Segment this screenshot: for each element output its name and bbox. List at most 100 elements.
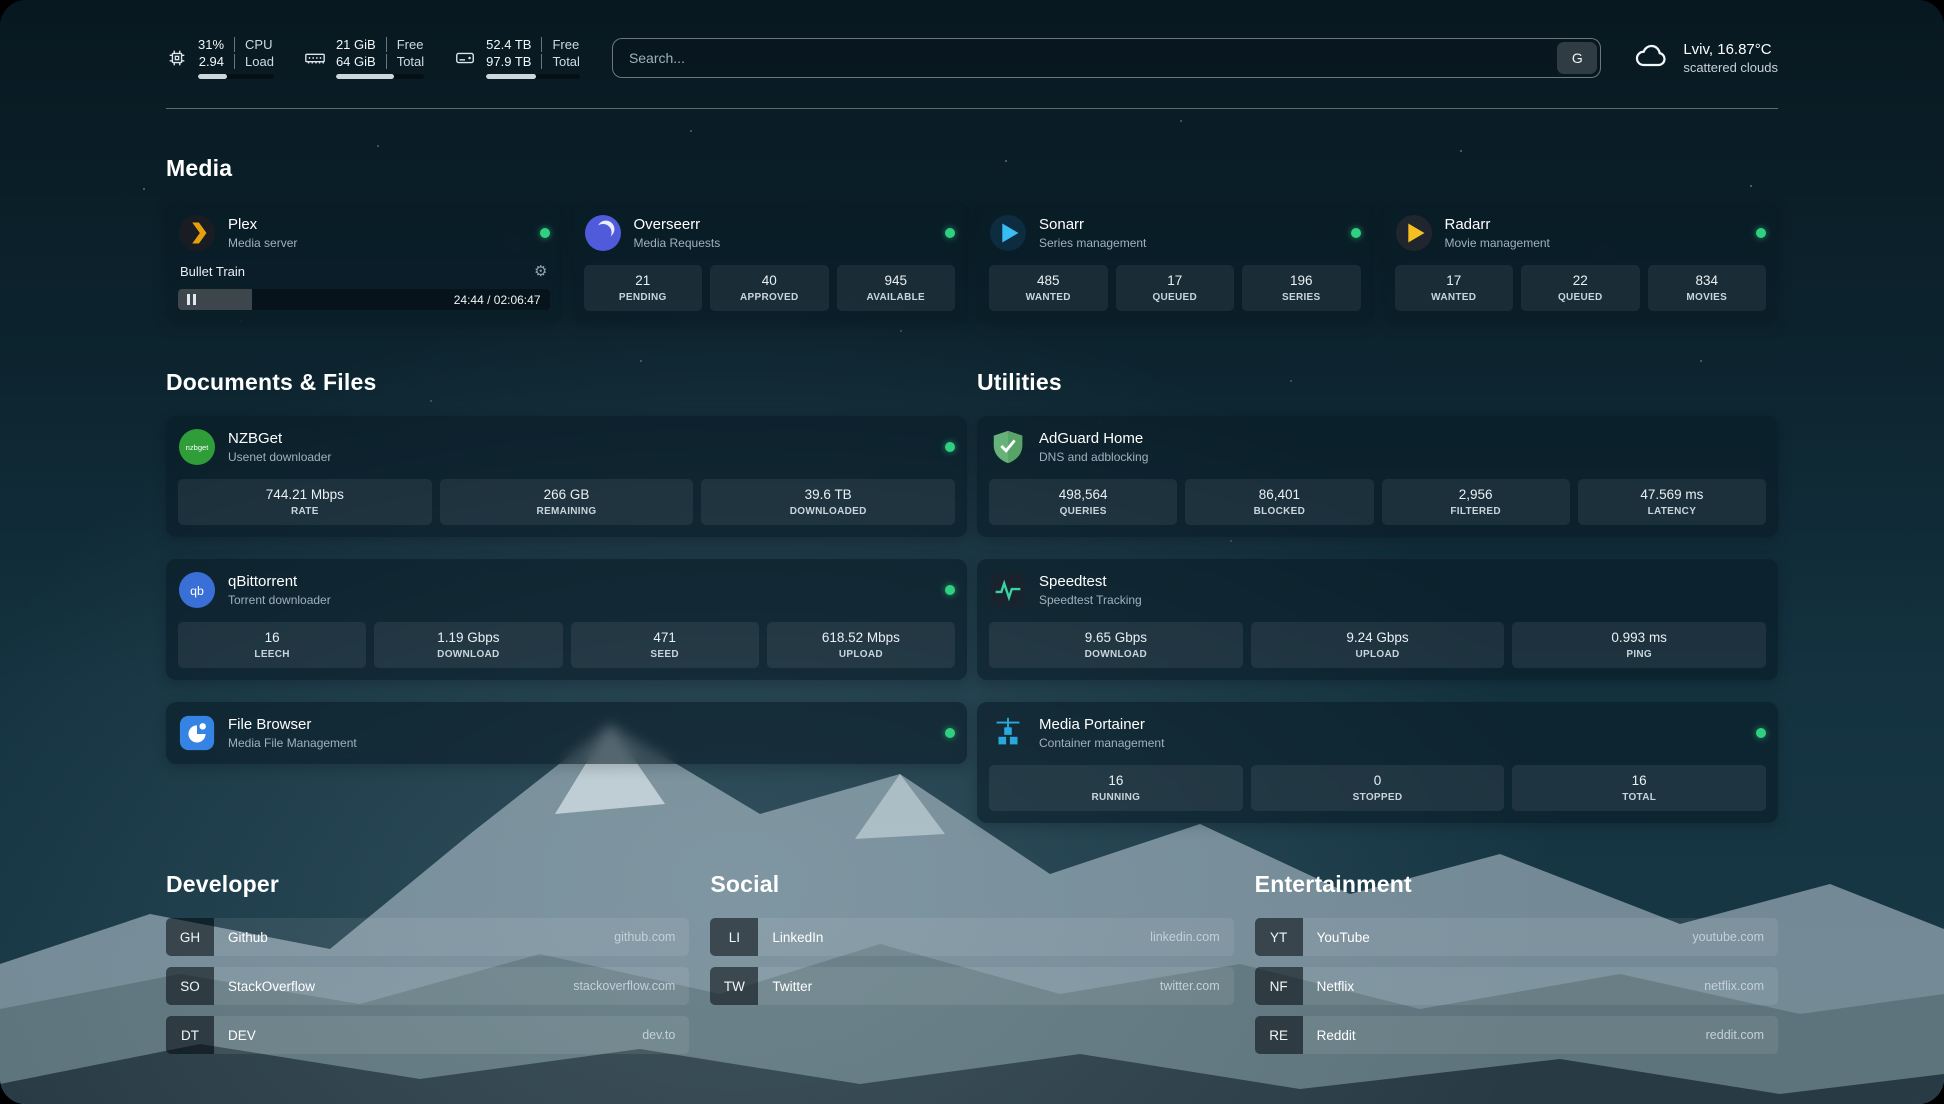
status-dot — [945, 585, 955, 595]
card-sonarr[interactable]: Sonarr Series management 485 WANTED 17 Q… — [977, 202, 1373, 323]
card-name: Media Portainer — [1039, 716, 1164, 733]
card-filebrowser[interactable]: File Browser Media File Management — [166, 702, 967, 764]
stat-downloaded: 39.6 TB DOWNLOADED — [701, 479, 955, 525]
status-dot — [945, 728, 955, 738]
svg-text:nzbget: nzbget — [186, 443, 210, 452]
card-qbittorrent[interactable]: qb qBittorrent Torrent downloader 16 LEE… — [166, 559, 967, 680]
bookmark-twitter[interactable]: TW Twitter twitter.com — [710, 967, 1233, 1005]
bookmarks-section: Developer GH Github github.com SO StackO… — [166, 871, 1778, 1065]
bookmark-github[interactable]: GH Github github.com — [166, 918, 689, 956]
speedtest-icon — [989, 571, 1027, 609]
stat-latency: 47.569 ms LATENCY — [1578, 479, 1766, 525]
cloud-icon — [1633, 38, 1669, 79]
stat-series: 196 SERIES — [1242, 265, 1361, 311]
status-dot — [1351, 228, 1361, 238]
stat-filtered: 2,956 FILTERED — [1382, 479, 1570, 525]
status-dot — [540, 228, 550, 238]
stat-download: 9.65 Gbps DOWNLOAD — [989, 622, 1243, 668]
memory-icon — [304, 47, 326, 69]
bookmark-abbr: SO — [166, 967, 214, 1005]
bookmark-abbr: TW — [710, 967, 758, 1005]
svg-text:qb: qb — [190, 584, 204, 598]
disk-free: 52.4 TB — [486, 37, 541, 52]
bookmark-name: DEV — [228, 1028, 256, 1043]
bookmark-reddit[interactable]: RE Reddit reddit.com — [1255, 1016, 1778, 1054]
card-desc: Media server — [228, 236, 297, 250]
status-dot — [1756, 728, 1766, 738]
bookmark-abbr: YT — [1255, 918, 1303, 956]
bookmark-abbr: GH — [166, 918, 214, 956]
bookmark-name: StackOverflow — [228, 979, 315, 994]
card-name: Overseerr — [634, 216, 721, 233]
stat-blocked: 86,401 BLOCKED — [1185, 479, 1373, 525]
stat-leech: 16 LEECH — [178, 622, 366, 668]
bookmark-dev[interactable]: DT DEV dev.to — [166, 1016, 689, 1054]
stat-available: 945 AVAILABLE — [837, 265, 956, 311]
card-adguard[interactable]: AdGuard Home DNS and adblocking 498,564 … — [977, 416, 1778, 537]
card-desc: Movie management — [1445, 236, 1550, 250]
cpu-usage: 31% — [198, 37, 234, 52]
disk-progress-bar — [486, 74, 580, 79]
bookmark-linkedin[interactable]: LI LinkedIn linkedin.com — [710, 918, 1233, 956]
bookmark-name: Twitter — [772, 979, 812, 994]
bookmark-abbr: LI — [710, 918, 758, 956]
card-name: AdGuard Home — [1039, 430, 1148, 447]
stat-wanted: 485 WANTED — [989, 265, 1108, 311]
memory-free: 21 GiB — [336, 37, 386, 52]
card-name: File Browser — [228, 716, 357, 733]
stat-pending: 21 PENDING — [584, 265, 703, 311]
group-title-media: Media — [166, 155, 1778, 182]
disk-total: 97.9 TB — [486, 54, 541, 69]
bookmark-name: Github — [228, 930, 268, 945]
card-name: NZBGet — [228, 430, 331, 447]
card-plex[interactable]: Plex Media server Bullet Train ⚙ 24:44 /… — [166, 202, 562, 323]
filebrowser-icon — [178, 714, 216, 752]
card-speedtest[interactable]: Speedtest Speedtest Tracking 9.65 Gbps D… — [977, 559, 1778, 680]
qbittorrent-icon: qb — [178, 571, 216, 609]
stat-movies: 834 MOVIES — [1648, 265, 1767, 311]
card-nzbget[interactable]: nzbget NZBGet Usenet downloader 744.21 M… — [166, 416, 967, 537]
card-portainer[interactable]: Media Portainer Container management 16 … — [977, 702, 1778, 823]
bookmark-url: youtube.com — [1692, 930, 1764, 944]
weather-widget[interactable]: Lviv, 16.87°C scattered clouds — [1633, 38, 1778, 79]
bookmark-url: dev.to — [642, 1028, 675, 1042]
bookmark-netflix[interactable]: NF Netflix netflix.com — [1255, 967, 1778, 1005]
bookmark-url: netflix.com — [1704, 979, 1764, 993]
bookmark-stackoverflow[interactable]: SO StackOverflow stackoverflow.com — [166, 967, 689, 1005]
bookmark-url: twitter.com — [1160, 979, 1220, 993]
card-name: Speedtest — [1039, 573, 1142, 590]
disk-total-label: Total — [541, 54, 579, 69]
memory-progress-fill — [336, 74, 394, 79]
card-desc: Speedtest Tracking — [1039, 593, 1142, 607]
card-radarr[interactable]: Radarr Movie management 17 WANTED 22 QUE… — [1383, 202, 1779, 323]
card-desc: Media File Management — [228, 736, 357, 750]
card-name: Plex — [228, 216, 297, 233]
bookmark-name: YouTube — [1317, 930, 1370, 945]
card-overseerr[interactable]: Overseerr Media Requests 21 PENDING 40 A… — [572, 202, 968, 323]
card-name: Radarr — [1445, 216, 1550, 233]
resource-monitors: 31% CPU 2.94 Load — [166, 37, 580, 79]
status-dot — [1756, 228, 1766, 238]
now-playing-title: Bullet Train — [180, 264, 245, 279]
search-input[interactable] — [613, 39, 1554, 77]
bookmark-url: linkedin.com — [1150, 930, 1219, 944]
bookmarks-developer: Developer GH Github github.com SO StackO… — [166, 871, 689, 1065]
memory-total: 64 GiB — [336, 54, 386, 69]
disk-free-label: Free — [541, 37, 579, 52]
bookmark-abbr: NF — [1255, 967, 1303, 1005]
bookmark-abbr: DT — [166, 1016, 214, 1054]
search-provider-button[interactable]: G — [1557, 42, 1597, 74]
gear-icon[interactable]: ⚙ — [534, 262, 547, 280]
stat-queued: 17 QUEUED — [1116, 265, 1235, 311]
bookmark-abbr: RE — [1255, 1016, 1303, 1054]
playback-progress-bar: 24:44 / 02:06:47 — [178, 289, 550, 310]
stat-rate: 744.21 Mbps RATE — [178, 479, 432, 525]
stat-upload: 618.52 Mbps UPLOAD — [767, 622, 955, 668]
topbar-divider — [166, 108, 1778, 109]
group-title-documents: Documents & Files — [166, 369, 967, 396]
bookmark-name: Reddit — [1317, 1028, 1356, 1043]
portainer-icon — [989, 714, 1027, 752]
bookmark-youtube[interactable]: YT YouTube youtube.com — [1255, 918, 1778, 956]
cpu-icon — [166, 47, 188, 69]
bookmark-name: LinkedIn — [772, 930, 823, 945]
